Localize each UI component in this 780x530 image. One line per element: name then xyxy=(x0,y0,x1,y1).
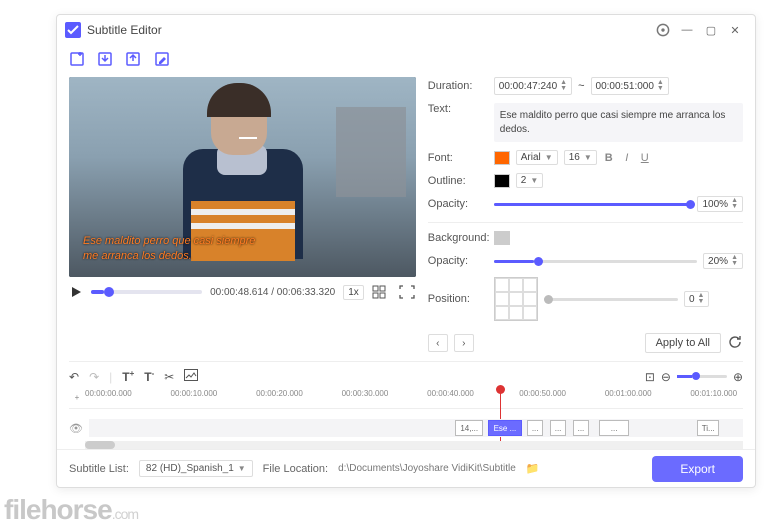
add-track-icon[interactable]: + xyxy=(69,387,85,408)
zoom-fit-icon[interactable]: ⊡ xyxy=(645,370,655,384)
minimize-button[interactable]: — xyxy=(675,21,699,39)
player-controls: 00:00:48.614 / 00:06:33.320 1x xyxy=(69,277,416,307)
bold-button[interactable]: B xyxy=(603,152,615,164)
font-family-select[interactable]: Arial▼ xyxy=(516,150,558,165)
italic-button[interactable]: I xyxy=(621,152,633,164)
settings-icon[interactable] xyxy=(651,21,675,39)
footer: Subtitle List: 82 (HD)_Spanish_1▼ File L… xyxy=(57,449,755,487)
subtitle-text-input[interactable]: Ese maldito perro que casi siempre me ar… xyxy=(494,103,743,142)
progress-bar[interactable] xyxy=(91,290,202,294)
edit-icon[interactable] xyxy=(153,50,171,68)
duration-start[interactable]: 00:00:47:240▲▼ xyxy=(494,77,572,95)
reset-icon[interactable] xyxy=(727,334,743,353)
undo-icon[interactable]: ↶ xyxy=(69,370,79,384)
track-strip[interactable]: 14,... Ese ... ... ... ... ... Ti... xyxy=(89,419,743,437)
bg-opacity-label: Opacity: xyxy=(428,255,488,267)
clip[interactable]: 14,... xyxy=(455,420,483,436)
bg-opacity-value[interactable]: 20%▲▼ xyxy=(703,253,743,269)
clip[interactable]: ... xyxy=(527,420,543,436)
play-button[interactable] xyxy=(69,285,83,299)
subtitle-overlay: Ese maldito perro que casi siempre me ar… xyxy=(83,234,255,263)
properties-panel: Duration: 00:00:47:240▲▼ ~ 00:00:51:000▲… xyxy=(428,77,743,361)
export-sub-icon[interactable] xyxy=(125,50,143,68)
clip[interactable]: ... xyxy=(550,420,566,436)
duration-end[interactable]: 00:00:51:000▲▼ xyxy=(591,77,669,95)
time-ruler[interactable]: + 00:00:00.000 00:00:10.000 00:00:20.000… xyxy=(69,387,743,409)
clip[interactable]: ... xyxy=(573,420,589,436)
import-icon[interactable] xyxy=(97,50,115,68)
add-text-icon[interactable]: T+ xyxy=(122,369,134,384)
close-button[interactable]: ✕ xyxy=(723,21,747,39)
position-offset[interactable]: 0▲▼ xyxy=(684,291,710,307)
timeline-toolbar: ↶ ↷ | T+ T- ✂ ⊡ ⊖ ⊕ xyxy=(69,361,743,387)
delete-text-icon[interactable]: T- xyxy=(144,369,154,384)
opacity-label: Opacity: xyxy=(428,198,488,210)
zoom-out-icon[interactable]: ⊖ xyxy=(661,370,671,384)
outline-size-select[interactable]: 2▼ xyxy=(516,173,543,188)
file-location-path: d:\Documents\Joyoshare VidiKit\Subtitle xyxy=(338,463,516,474)
playback-rate[interactable]: 1x xyxy=(343,285,364,300)
app-logo-icon xyxy=(65,22,81,38)
text-opacity-slider[interactable] xyxy=(494,203,692,206)
clip-active[interactable]: Ese ... xyxy=(488,420,522,436)
apply-to-all-button[interactable]: Apply to All xyxy=(645,333,721,353)
track-visibility-icon[interactable]: 👁 xyxy=(69,422,85,435)
image-icon[interactable] xyxy=(184,369,198,384)
subtitle-list-label: Subtitle List: xyxy=(69,463,129,475)
app-window: Subtitle Editor — ▢ ✕ xyxy=(56,14,756,488)
font-size-select[interactable]: 16▼ xyxy=(564,150,597,165)
watermark-text: filehorse xyxy=(4,494,112,525)
text-opacity-value[interactable]: 100%▲▼ xyxy=(697,196,743,212)
add-file-icon[interactable] xyxy=(69,50,87,68)
timeline-scrollbar[interactable] xyxy=(85,441,743,449)
position-slider[interactable] xyxy=(544,298,678,301)
zoom-in-icon[interactable]: ⊕ xyxy=(733,370,743,384)
window-title: Subtitle Editor xyxy=(87,23,162,37)
browse-folder-icon[interactable]: 📁 xyxy=(526,462,540,475)
timecode: 00:00:48.614 / 00:06:33.320 xyxy=(210,287,335,298)
file-location-label: File Location: xyxy=(263,463,328,475)
background-label: Background: xyxy=(428,232,488,244)
redo-icon[interactable]: ↷ xyxy=(89,370,99,384)
outline-label: Outline: xyxy=(428,175,488,187)
clip[interactable]: Ti... xyxy=(697,420,719,436)
zoom-slider[interactable] xyxy=(677,375,727,378)
titlebar: Subtitle Editor — ▢ ✕ xyxy=(57,15,755,45)
fullscreen-icon[interactable] xyxy=(398,285,416,299)
snapshot-icon[interactable] xyxy=(372,285,390,299)
duration-label: Duration: xyxy=(428,80,488,92)
next-subtitle-button[interactable]: › xyxy=(454,334,474,352)
font-label: Font: xyxy=(428,152,488,164)
video-preview: Ese maldito perro que casi siempre me ar… xyxy=(69,77,416,277)
font-color-swatch[interactable] xyxy=(494,151,510,165)
split-icon[interactable]: ✂ xyxy=(164,370,174,384)
main-toolbar xyxy=(57,45,755,73)
prev-subtitle-button[interactable]: ‹ xyxy=(428,334,448,352)
underline-button[interactable]: U xyxy=(639,152,651,164)
subtitle-track: 👁 14,... Ese ... ... ... ... ... Ti... xyxy=(69,415,743,441)
text-label: Text: xyxy=(428,103,488,115)
position-grid[interactable] xyxy=(494,277,538,321)
duration-separator: ~ xyxy=(578,80,584,92)
background-color-swatch[interactable] xyxy=(494,231,510,245)
outline-color-swatch[interactable] xyxy=(494,174,510,188)
subtitle-list-select[interactable]: 82 (HD)_Spanish_1▼ xyxy=(139,460,253,477)
export-button[interactable]: Export xyxy=(652,456,743,482)
bg-opacity-slider[interactable] xyxy=(494,260,697,263)
position-label: Position: xyxy=(428,293,488,305)
watermark-suffix: .com xyxy=(112,506,138,522)
maximize-button[interactable]: ▢ xyxy=(699,21,723,39)
timeline: ↶ ↷ | T+ T- ✂ ⊡ ⊖ ⊕ + 00:00:00.000 00:00… xyxy=(57,361,755,449)
clip[interactable]: ... xyxy=(599,420,629,436)
